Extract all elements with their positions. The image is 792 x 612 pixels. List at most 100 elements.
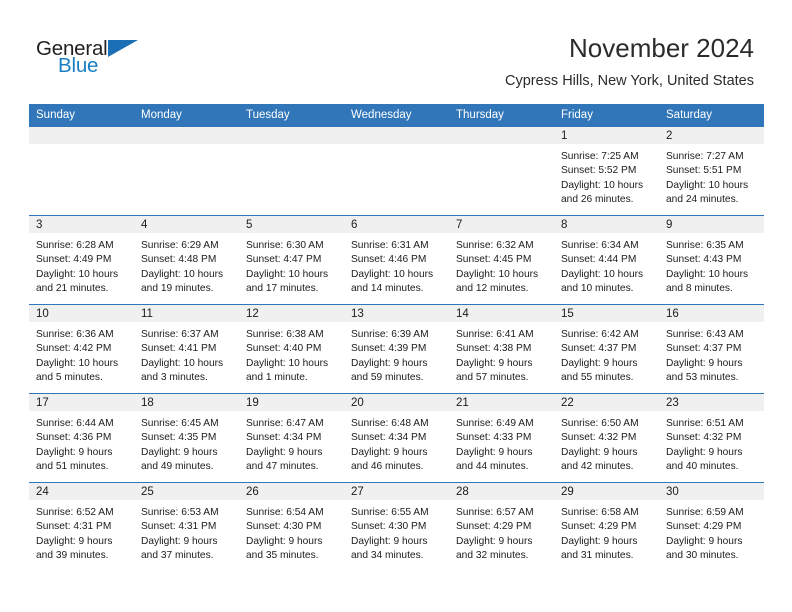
calendar-day-cell[interactable]: 4 Sunrise: 6:29 AM Sunset: 4:48 PM Daylight…: [134, 215, 239, 305]
day-number: 8: [554, 216, 659, 233]
sunrise-text: Sunrise: 6:32 AM: [456, 240, 534, 251]
day-number: 4: [134, 216, 239, 233]
daylight-text: Daylight: 9 hours: [351, 535, 428, 547]
calendar-day-cell[interactable]: 17 Sunrise: 6:44 AM Sunset: 4:36 PM Dayligh…: [29, 393, 134, 483]
calendar-day-cell[interactable]: 21 Sunrise: 6:49 AM Sunset: 4:33 PM Dayligh…: [449, 393, 554, 483]
general-blue-logo[interactable]: General Blue: [36, 38, 166, 82]
day-details: Sunrise: 6:34 AM Sunset: 4:44 PM Daylight:…: [554, 233, 659, 297]
weekday-header-sunday: Sunday: [29, 104, 134, 127]
day-number: 3: [29, 216, 134, 233]
sunset-text: Sunset: 4:38 PM: [456, 343, 532, 355]
calendar-day-cell[interactable]: 15 Sunrise: 6:42 AM Sunset: 4:37 PM Dayligh…: [554, 304, 659, 394]
weekday-header-tuesday: Tuesday: [239, 104, 344, 127]
day-number: 23: [659, 394, 764, 411]
calendar-day-cell[interactable]: 1 Sunrise: 7:25 AM Sunset: 5:52 PM Daylight…: [554, 127, 659, 216]
sunrise-text: Sunrise: 6:48 AM: [351, 418, 429, 429]
sunrise-text: Sunrise: 6:42 AM: [561, 329, 639, 340]
calendar-day-cell[interactable]: 29 Sunrise: 6:58 AM Sunset: 4:29 PM Dayligh…: [554, 482, 659, 571]
location-subtitle: Cypress Hills, New York, United States: [504, 73, 754, 89]
weekday-header-saturday: Saturday: [659, 104, 764, 127]
sunrise-text: Sunrise: 6:31 AM: [351, 240, 429, 251]
daylight-text: Daylight: 10 hours: [36, 357, 119, 369]
calendar-day-cell[interactable]: 19 Sunrise: 6:47 AM Sunset: 4:34 PM Dayligh…: [239, 393, 344, 483]
day-details: Sunrise: 6:53 AM Sunset: 4:31 PM Daylight:…: [134, 500, 239, 564]
calendar-day-cell[interactable]: 10 Sunrise: 6:36 AM Sunset: 4:42 PM Dayligh…: [29, 304, 134, 394]
calendar-day-cell[interactable]: 24 Sunrise: 6:52 AM Sunset: 4:31 PM Dayligh…: [29, 482, 134, 571]
sunrise-text: Sunrise: 6:34 AM: [561, 240, 639, 251]
day-number: 2: [659, 127, 764, 144]
daylight-text: Daylight: 9 hours: [666, 535, 743, 547]
day-number: 6: [344, 216, 449, 233]
day-number: 12: [239, 305, 344, 322]
triangle-icon: [108, 40, 138, 57]
calendar-day-cell[interactable]: 12 Sunrise: 6:38 AM Sunset: 4:40 PM Dayligh…: [239, 304, 344, 394]
calendar-day-cell[interactable]: 11 Sunrise: 6:37 AM Sunset: 4:41 PM Dayligh…: [134, 304, 239, 394]
calendar-day-cell[interactable]: 30 Sunrise: 6:59 AM Sunset: 4:29 PM Dayligh…: [659, 482, 764, 571]
day-details: Sunrise: 6:44 AM Sunset: 4:36 PM Daylight:…: [29, 411, 134, 475]
daylight-text: Daylight: 10 hours: [561, 179, 644, 191]
day-details: Sunrise: 6:47 AM Sunset: 4:34 PM Daylight:…: [239, 411, 344, 475]
sunset-text: Sunset: 4:30 PM: [351, 521, 427, 533]
sunrise-text: Sunrise: 6:49 AM: [456, 418, 534, 429]
daylight-text: Daylight: 10 hours: [561, 268, 644, 280]
calendar-week-row: 17 Sunrise: 6:44 AM Sunset: 4:36 PM Dayligh…: [29, 393, 764, 483]
day-number: 1: [554, 127, 659, 144]
sunset-text: Sunset: 4:43 PM: [666, 254, 742, 266]
calendar-day-cell-empty: [449, 127, 554, 216]
calendar-day-cell[interactable]: 13 Sunrise: 6:39 AM Sunset: 4:39 PM Dayligh…: [344, 304, 449, 394]
calendar-day-cell[interactable]: 8 Sunrise: 6:34 AM Sunset: 4:44 PM Daylight…: [554, 215, 659, 305]
daylight-text: Daylight: 9 hours: [666, 357, 743, 369]
daylight-text: Daylight: 9 hours: [246, 446, 323, 458]
day-number: 11: [134, 305, 239, 322]
daylight-text: Daylight: 10 hours: [666, 268, 749, 280]
calendar-week-row: 10 Sunrise: 6:36 AM Sunset: 4:42 PM Dayligh…: [29, 304, 764, 394]
sunrise-text: Sunrise: 6:30 AM: [246, 240, 324, 251]
daylight-text: Daylight: 9 hours: [456, 357, 533, 369]
daylight-text: and 53 minutes.: [666, 372, 739, 384]
calendar-day-cell[interactable]: 16 Sunrise: 6:43 AM Sunset: 4:37 PM Dayligh…: [659, 304, 764, 394]
calendar-day-cell[interactable]: 5 Sunrise: 6:30 AM Sunset: 4:47 PM Daylight…: [239, 215, 344, 305]
calendar-day-cell[interactable]: 3 Sunrise: 6:28 AM Sunset: 4:49 PM Daylight…: [29, 215, 134, 305]
sunset-text: Sunset: 4:44 PM: [561, 254, 637, 266]
daylight-text: and 8 minutes.: [666, 283, 733, 295]
calendar-container: Sunday Monday Tuesday Wednesday Thursday Frid…: [29, 104, 764, 571]
day-number: 27: [344, 483, 449, 500]
calendar-day-cell[interactable]: 9 Sunrise: 6:35 AM Sunset: 4:43 PM Daylight…: [659, 215, 764, 305]
daylight-text: and 40 minutes.: [666, 461, 739, 473]
daylight-text: and 19 minutes.: [141, 283, 214, 295]
calendar-day-cell[interactable]: 7 Sunrise: 6:32 AM Sunset: 4:45 PM Daylight…: [449, 215, 554, 305]
day-details: Sunrise: 6:49 AM Sunset: 4:33 PM Daylight:…: [449, 411, 554, 475]
sunset-text: Sunset: 5:51 PM: [666, 165, 742, 177]
day-details: Sunrise: 6:39 AM Sunset: 4:39 PM Daylight:…: [344, 322, 449, 386]
day-number: [134, 127, 239, 144]
day-number: 13: [344, 305, 449, 322]
calendar-day-cell-empty: [29, 127, 134, 216]
calendar-day-cell[interactable]: 27 Sunrise: 6:55 AM Sunset: 4:30 PM Dayligh…: [344, 482, 449, 571]
calendar-day-cell[interactable]: 28 Sunrise: 6:57 AM Sunset: 4:29 PM Dayligh…: [449, 482, 554, 571]
calendar-day-cell[interactable]: 25 Sunrise: 6:53 AM Sunset: 4:31 PM Dayligh…: [134, 482, 239, 571]
calendar-day-cell[interactable]: 18 Sunrise: 6:45 AM Sunset: 4:35 PM Dayligh…: [134, 393, 239, 483]
calendar-day-cell[interactable]: 6 Sunrise: 6:31 AM Sunset: 4:46 PM Daylight…: [344, 215, 449, 305]
calendar-day-cell[interactable]: 23 Sunrise: 6:51 AM Sunset: 4:32 PM Dayligh…: [659, 393, 764, 483]
calendar-day-cell[interactable]: 2 Sunrise: 7:27 AM Sunset: 5:51 PM Daylight…: [659, 127, 764, 216]
daylight-text: and 31 minutes.: [561, 550, 634, 562]
daylight-text: and 51 minutes.: [36, 461, 109, 473]
daylight-text: Daylight: 10 hours: [456, 268, 539, 280]
day-details: [239, 144, 344, 150]
sunrise-text: Sunrise: 7:27 AM: [666, 151, 744, 162]
title-block: November 2024 Cypress Hills, New York, U…: [505, 32, 754, 90]
calendar-day-cell[interactable]: 20 Sunrise: 6:48 AM Sunset: 4:34 PM Dayligh…: [344, 393, 449, 483]
page-header: General Blue November 2024 Cypress Hills…: [0, 0, 792, 104]
weekday-header-monday: Monday: [134, 104, 239, 127]
weekday-header-wednesday: Wednesday: [344, 104, 449, 127]
day-details: Sunrise: 7:25 AM Sunset: 5:52 PM Daylight:…: [554, 144, 659, 208]
daylight-text: and 14 minutes.: [351, 283, 424, 295]
day-number: [344, 127, 449, 144]
sunset-text: Sunset: 4:48 PM: [141, 254, 217, 266]
sunset-text: Sunset: 4:46 PM: [351, 254, 427, 266]
sunset-text: Sunset: 4:36 PM: [36, 432, 112, 444]
sunrise-text: Sunrise: 6:47 AM: [246, 418, 324, 429]
calendar-day-cell[interactable]: 14 Sunrise: 6:41 AM Sunset: 4:38 PM Dayligh…: [449, 304, 554, 394]
calendar-day-cell[interactable]: 22 Sunrise: 6:50 AM Sunset: 4:32 PM Dayligh…: [554, 393, 659, 483]
calendar-day-cell[interactable]: 26 Sunrise: 6:54 AM Sunset: 4:30 PM Dayligh…: [239, 482, 344, 571]
